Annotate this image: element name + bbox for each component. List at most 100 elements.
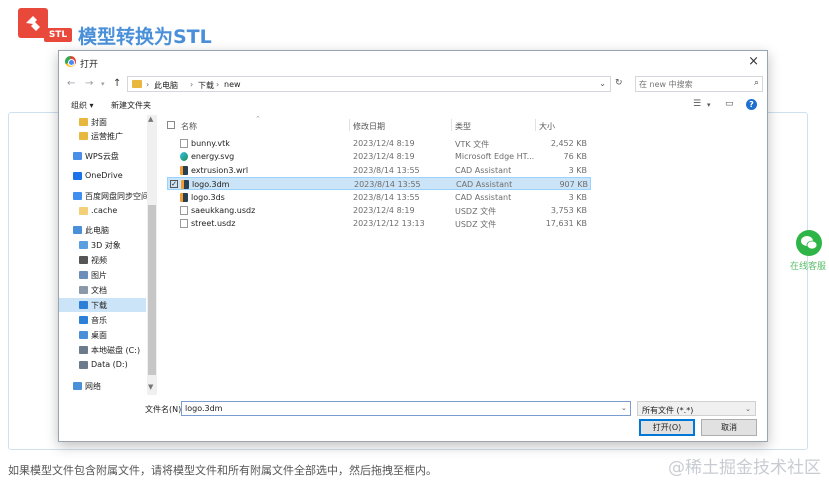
back-arrow-icon[interactable]: ← [67, 78, 75, 89]
address-bar[interactable]: › 此电脑 › 下载 › new ⌄ [127, 76, 611, 92]
breadcrumb-new[interactable]: new [224, 80, 241, 89]
download-icon [79, 301, 88, 309]
file-size: 3 KB [568, 192, 587, 202]
scroll-down-icon[interactable]: ▼ [148, 383, 153, 391]
column-header-name[interactable]: 名称 [181, 121, 197, 132]
file-row[interactable]: energy.svg 2023/12/4 8:19 Microsoft Edge H… [167, 150, 591, 163]
sidebar-item[interactable]: .cache [59, 204, 146, 218]
sidebar-item-label: 视频 [91, 256, 107, 265]
organize-button[interactable]: 组织 ▾ [71, 100, 94, 111]
file-type-value: 所有文件 (*.*) [642, 406, 694, 415]
folder-icon [79, 207, 88, 215]
file-size: 17,631 KB [545, 219, 587, 229]
page: STL 模型转换为STL 在线客服 如果模型文件包含附属文件，请将模型文件和所有… [0, 0, 829, 480]
file-type: USDZ 文件 [455, 220, 497, 230]
sidebar-item[interactable]: 图片 [59, 268, 146, 282]
sidebar-item[interactable]: 3D 对象 [59, 238, 146, 252]
watermark: @稀土掘金技术社区 [668, 458, 821, 478]
sidebar-item[interactable]: 封面 [59, 115, 146, 129]
cad-icon [180, 165, 188, 175]
sidebar-item[interactable]: 桌面 [59, 328, 146, 342]
file-name: extrusion3.wrl [191, 165, 249, 175]
file-date: 2023/8/14 13:55 [353, 192, 420, 202]
breadcrumb-this-pc[interactable]: 此电脑 [154, 80, 178, 91]
close-icon[interactable]: × [748, 54, 759, 69]
customer-service-label[interactable]: 在线客服 [790, 259, 826, 272]
column-separator[interactable] [535, 119, 536, 131]
column-header-date[interactable]: 修改日期 [353, 121, 385, 132]
blank-file-icon [180, 219, 188, 229]
filename-input[interactable] [181, 401, 631, 416]
file-type: CAD Assistant [455, 165, 512, 175]
help-icon[interactable]: ? [746, 99, 757, 110]
search-input[interactable] [639, 78, 747, 90]
breadcrumb-separator-icon: › [216, 80, 220, 89]
sidebar-item[interactable]: Data (D:) [59, 358, 146, 372]
sidebar-item[interactable]: 视频 [59, 253, 146, 267]
breadcrumb-separator-icon: › [190, 80, 194, 89]
scroll-up-icon[interactable]: ▲ [148, 115, 153, 123]
file-type-select[interactable]: 所有文件 (*.*) ⌄ [637, 401, 756, 416]
file-date: 2023/12/4 8:19 [353, 139, 415, 148]
sidebar-item[interactable]: 文档 [59, 283, 146, 297]
chevron-down-icon[interactable]: ⌄ [621, 404, 627, 412]
wechat-icon[interactable] [796, 230, 822, 256]
search-icon[interactable]: ⌕ [754, 78, 759, 88]
forward-arrow-icon[interactable]: → [85, 78, 93, 89]
sidebar-item-label: 下载 [91, 301, 107, 310]
sidebar-item[interactable]: 此电脑 [59, 223, 146, 237]
chevron-down-icon[interactable]: ▾ [707, 101, 711, 109]
file-row[interactable]: saeukkang.usdz 2023/12/4 8:19 USDZ 文件 3,753… [167, 204, 591, 217]
filename-label: 文件名(N): [145, 405, 184, 414]
recent-dropdown-icon[interactable]: ▾ [101, 80, 105, 88]
up-arrow-icon[interactable]: ↑ [113, 78, 121, 89]
new-folder-button[interactable]: 新建文件夹 [111, 100, 151, 111]
sidebar-item[interactable]: 下载 [59, 298, 146, 312]
open-file-dialog: 打开 × ← → ▾ ↑ › 此电脑 › 下载 › new ⌄ ↻ ⌕ [58, 50, 768, 442]
logo-tag: STL [44, 28, 72, 42]
file-row[interactable]: street.usdz 2023/12/12 13:13 USDZ 文件 17,631… [167, 217, 591, 230]
column-header-size[interactable]: 大小 [539, 121, 555, 132]
chevron-down-icon[interactable]: ⌄ [599, 79, 606, 88]
sidebar-item-label: 运营推广 [91, 132, 123, 141]
sidebar-item[interactable]: 网络 [59, 379, 146, 393]
column-header-type[interactable]: 类型 [455, 121, 471, 132]
file-row[interactable]: bunny.vtk 2023/12/4 8:19 VTK 文件 2,452 KB [167, 137, 591, 150]
computer-icon [73, 226, 82, 234]
sidebar-item[interactable]: 音乐 [59, 313, 146, 327]
column-separator[interactable] [349, 119, 350, 131]
breadcrumb-downloads[interactable]: 下载 [198, 80, 214, 91]
sidebar-item[interactable]: 本地磁盘 (C:) [59, 343, 146, 357]
file-row[interactable]: extrusion3.wrl 2023/8/14 13:55 CAD Assista… [167, 164, 591, 177]
row-checkbox[interactable]: ✓ [170, 180, 178, 189]
dialog-title: 打开 [80, 60, 99, 70]
sidebar-item-label: Data (D:) [91, 360, 128, 369]
cancel-button[interactable]: 取消 [701, 419, 757, 436]
preview-pane-icon[interactable]: ▭ [725, 99, 734, 109]
network-icon [73, 382, 82, 390]
music-icon [79, 316, 88, 324]
column-separator[interactable] [451, 119, 452, 131]
sidebar-item-label: 桌面 [91, 331, 107, 340]
sidebar-item[interactable]: 百度网盘同步空间 [59, 189, 149, 203]
sidebar-item-label: .cache [91, 206, 118, 215]
file-row[interactable]: logo.3ds 2023/8/14 13:55 CAD Assistant 3 KB [167, 191, 591, 204]
scrollbar-thumb[interactable] [148, 205, 156, 375]
view-options-icon[interactable]: ☰ [693, 99, 701, 109]
video-icon [79, 256, 88, 264]
file-row[interactable]: ✓ logo.3dm 2023/8/14 13:55 CAD Assistant 907… [167, 177, 591, 191]
file-size: 76 KB [563, 152, 587, 162]
select-all-checkbox[interactable] [167, 121, 175, 129]
folder-icon [79, 132, 88, 140]
sidebar-item[interactable]: 运营推广 [59, 129, 146, 143]
chrome-icon [65, 56, 76, 67]
breadcrumb-separator-icon: › [146, 80, 150, 89]
documents-icon [79, 286, 88, 294]
sort-ascending-icon: ⌃ [255, 115, 261, 123]
open-button[interactable]: 打开(O) [639, 419, 695, 436]
refresh-icon[interactable]: ↻ [615, 78, 623, 88]
drive-icon [79, 361, 88, 369]
command-bar: 组织 ▾ 新建文件夹 ☰ ▾ ▭ ? [59, 95, 767, 115]
sidebar-item[interactable]: WPS云盘 [59, 149, 146, 163]
sidebar-item[interactable]: OneDrive [59, 169, 146, 183]
